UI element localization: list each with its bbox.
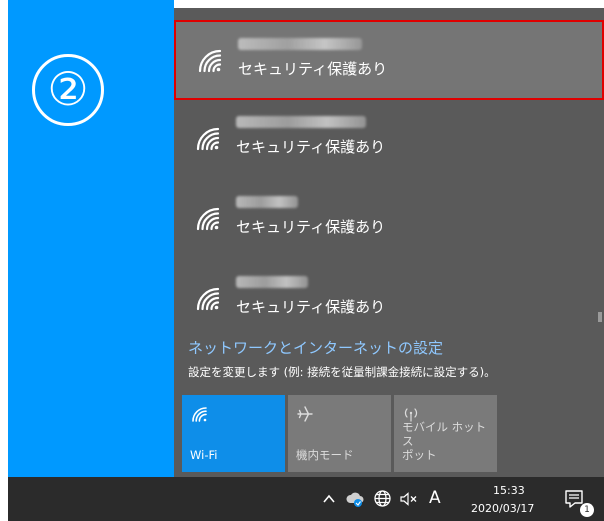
wifi-tile-label: Wi-Fi: [190, 448, 218, 462]
network-item[interactable]: セキュリティ保護あり: [174, 260, 604, 340]
airplane-tile-label: 機内モード: [296, 448, 354, 462]
mobile-hotspot-tile[interactable]: モバイル ホットス ポット: [394, 395, 497, 472]
taskbar: A 15:33 2020/03/17 1: [8, 477, 604, 521]
network-settings-description: 設定を変更します (例: 接続を従量制課金接続に設定する)。: [188, 365, 496, 379]
wifi-signal-icon: [198, 49, 222, 73]
ssid-blurred: [236, 116, 366, 128]
notification-count-badge: 1: [580, 503, 594, 517]
clock-time[interactable]: 15:33: [493, 484, 525, 497]
airplane-icon: [297, 406, 313, 422]
hotspot-label-line1: モバイル ホットス: [402, 420, 487, 448]
network-flyout: セキュリティ保護あり セキュリティ保護あり セキュリティ保護あり セキュリティ保…: [174, 8, 604, 477]
hotspot-tile-label: モバイル ホットス ポット: [402, 420, 497, 462]
ssid-blurred: [238, 38, 362, 50]
ssid-blurred: [236, 196, 298, 208]
step-number-marker: ②: [32, 54, 104, 126]
network-item[interactable]: セキュリティ保護あり: [174, 20, 604, 100]
volume-muted-icon[interactable]: [399, 491, 419, 507]
network-item[interactable]: セキュリティ保護あり: [174, 180, 604, 260]
wifi-signal-icon: [196, 287, 220, 311]
network-item[interactable]: セキュリティ保護あり: [174, 100, 604, 180]
show-hidden-icons-chevron-icon[interactable]: [322, 493, 336, 505]
instruction-background: ②: [8, 0, 174, 477]
security-label: セキュリティ保護あり: [236, 218, 386, 236]
wifi-toggle-tile[interactable]: Wi-Fi: [182, 395, 285, 472]
ssid-blurred: [236, 276, 308, 288]
wifi-signal-icon: [196, 207, 220, 231]
airplane-mode-tile[interactable]: 機内モード: [288, 395, 391, 472]
security-label: セキュリティ保護あり: [236, 298, 386, 316]
scrollbar-thumb[interactable]: [598, 312, 602, 322]
security-label: セキュリティ保護あり: [238, 60, 388, 78]
cloud-sync-icon[interactable]: [345, 490, 367, 508]
wifi-icon: [192, 407, 207, 422]
network-settings-link[interactable]: ネットワークとインターネットの設定: [188, 337, 443, 358]
wifi-signal-icon: [196, 127, 220, 151]
network-globe-icon[interactable]: [373, 489, 392, 508]
ime-mode-indicator[interactable]: A: [429, 488, 441, 508]
clock-date[interactable]: 2020/03/17: [471, 502, 534, 515]
hotspot-label-line2: ポット: [402, 448, 437, 462]
security-label: セキュリティ保護あり: [236, 138, 386, 156]
